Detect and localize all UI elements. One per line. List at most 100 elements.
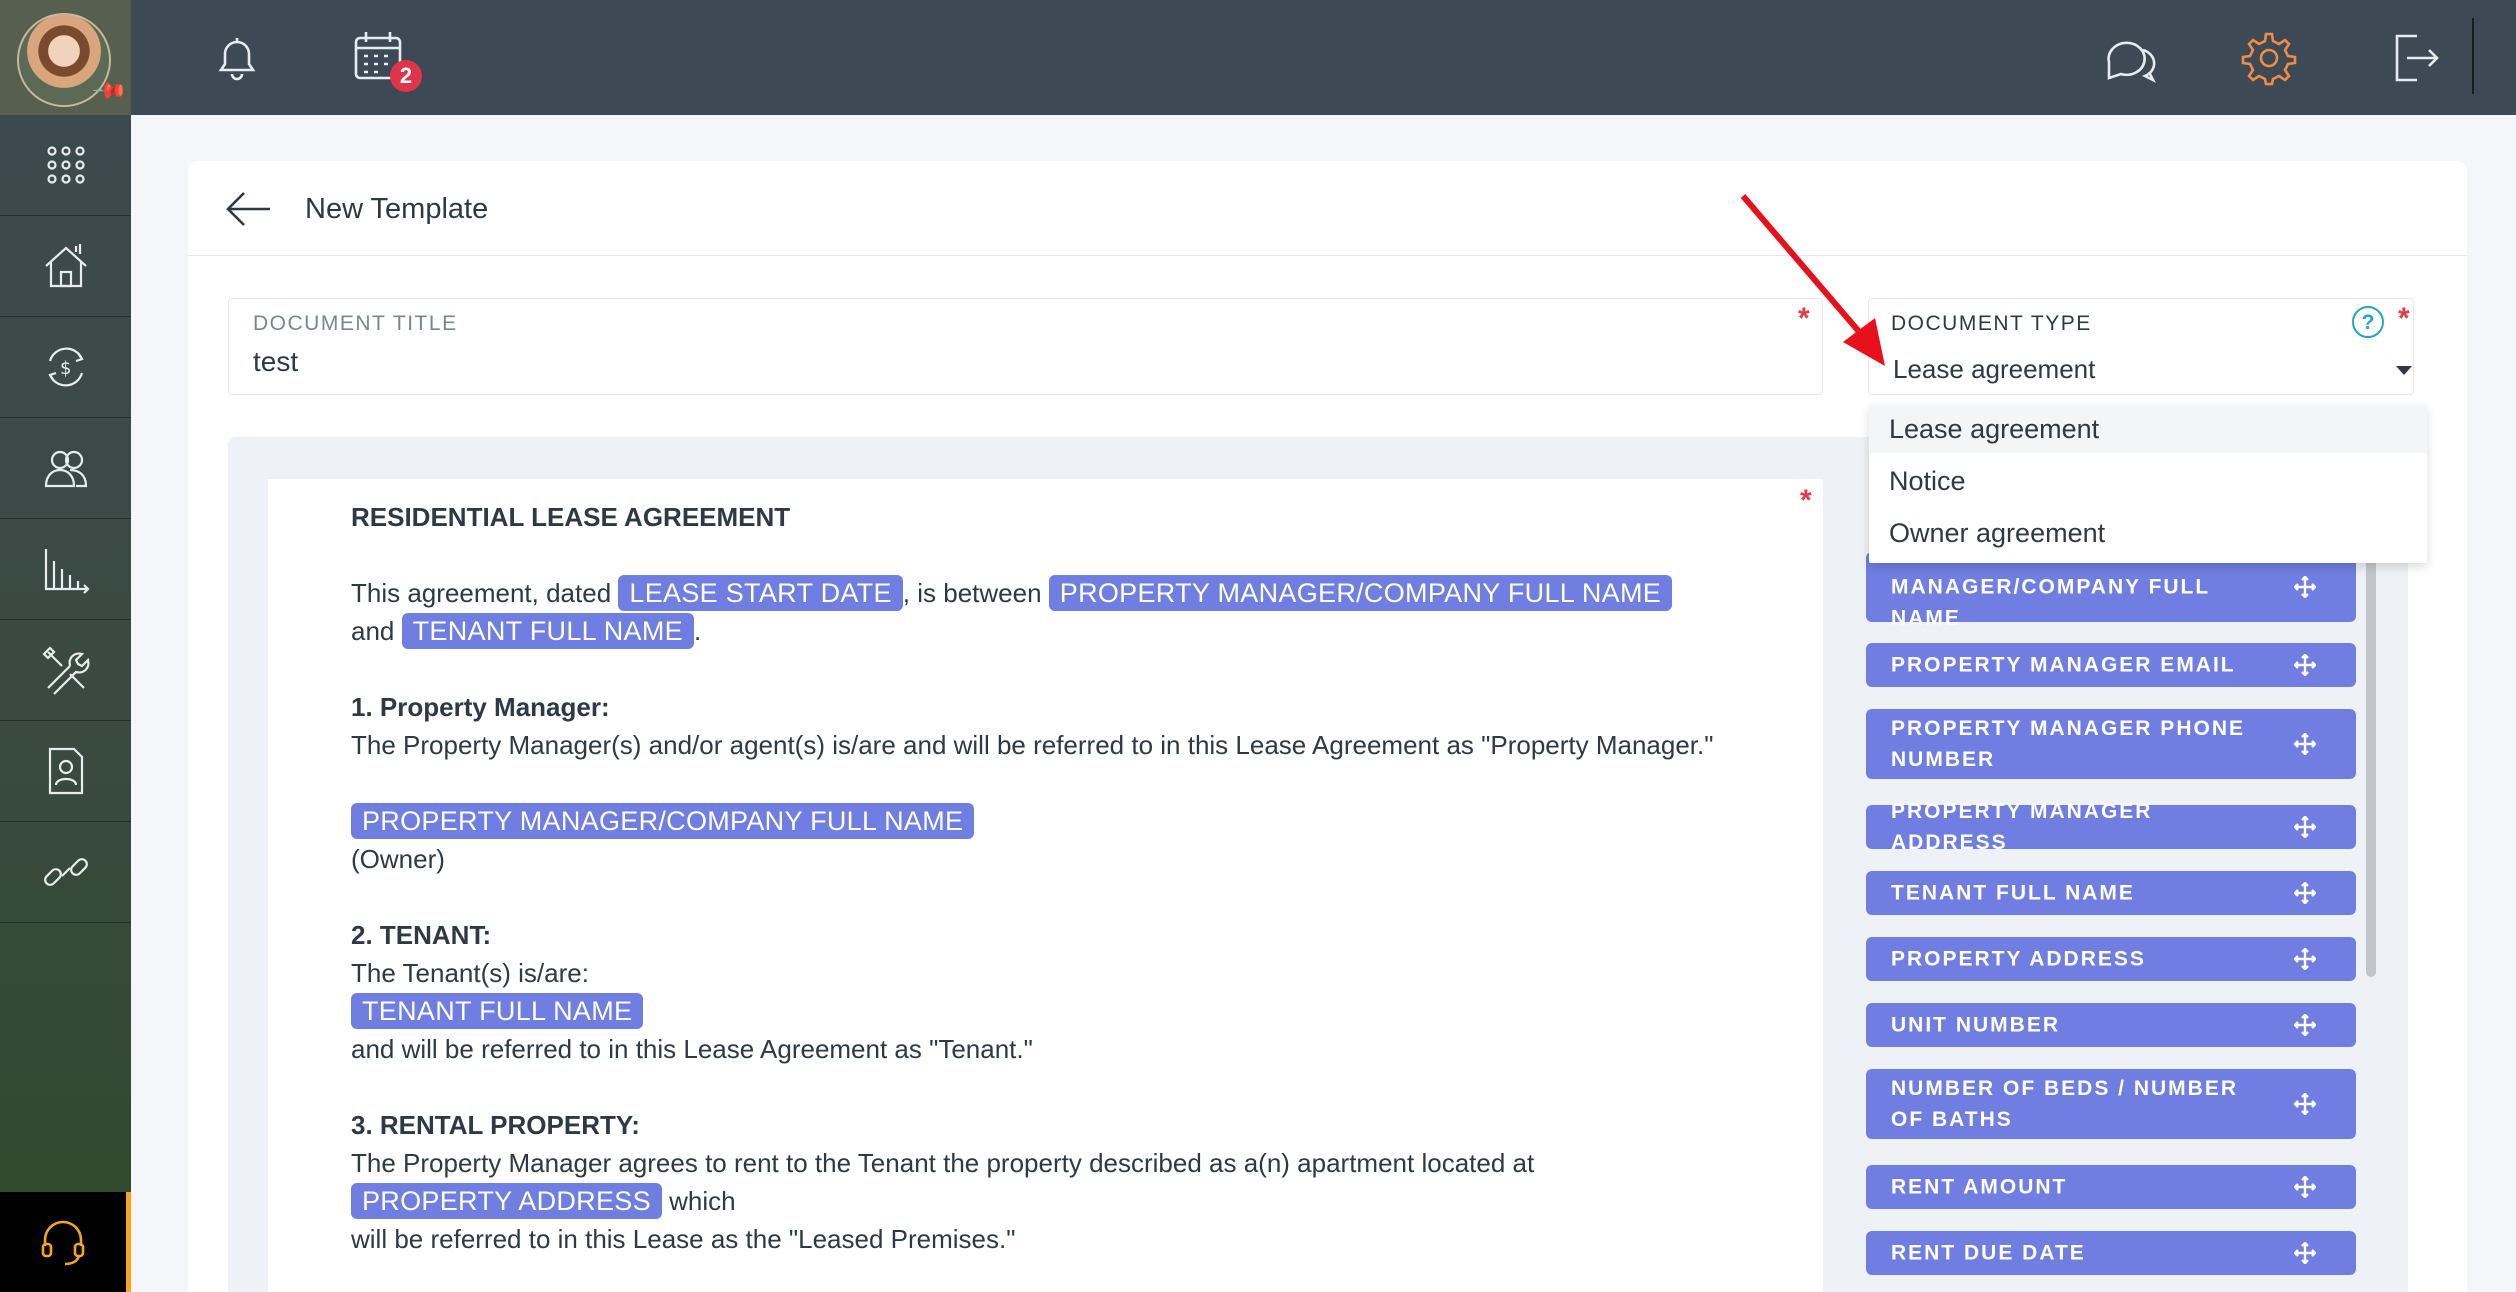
top-bar: 2 [131, 0, 2516, 115]
document-type-label: DOCUMENT TYPE [1891, 312, 2092, 335]
sidebar-item-payments[interactable]: $ [0, 317, 131, 418]
variable-item[interactable]: TENANT FULL NAME [1866, 871, 2356, 915]
variable-label: PROPERTY MANAGER ADDRESS [1891, 800, 2153, 854]
payments-icon: $ [47, 347, 84, 387]
chevron-down-icon[interactable] [2396, 366, 2412, 375]
annotation-arrow [1740, 194, 1885, 366]
doc-section-2-chip-line: TENANT FULL NAME [351, 992, 1801, 1030]
document-type-value[interactable]: Lease agreement [1893, 354, 2095, 385]
reports-icon [44, 549, 90, 594]
drag-move-icon[interactable] [2293, 732, 2317, 756]
apps-icon [46, 146, 85, 184]
variable-item[interactable]: RENT DUE DATE [1866, 1231, 2356, 1275]
settings-button[interactable] [2239, 28, 2299, 88]
drag-move-icon[interactable] [2293, 947, 2317, 971]
logout-button[interactable] [2385, 28, 2445, 88]
document-type-dropdown: Lease agreement Notice Owner agreement [1869, 405, 2427, 563]
sidebar-item-tools[interactable] [0, 620, 131, 721]
avatar-area[interactable]: 📌 [0, 0, 131, 115]
chat-button[interactable] [2099, 28, 2159, 88]
drag-move-icon[interactable] [2293, 575, 2317, 599]
placeholder-chip[interactable]: PROPERTY MANAGER/COMPANY FULL NAME [1048, 575, 1673, 611]
sidebar-item-apps[interactable] [0, 115, 131, 216]
links-icon [43, 858, 88, 886]
doc-section-2-text: The Tenant(s) is/are: [351, 958, 589, 988]
page-title: New Template [305, 193, 489, 225]
gear-icon [2241, 32, 2297, 86]
drag-move-icon[interactable] [2293, 1013, 2317, 1037]
sidebar: 📌 $ [0, 0, 131, 1292]
doc-heading: RESIDENTIAL LEASE AGREEMENT [351, 502, 791, 532]
variable-label: TENANT FULL NAME [1891, 881, 2135, 905]
variable-item[interactable]: PROPERTY MANAGER PHONE NUMBER [1866, 709, 2356, 779]
drag-move-icon[interactable] [2293, 1241, 2317, 1265]
variable-label: NUMBER OF BEDS / NUMBER OF BATHS [1891, 1077, 2239, 1131]
document-title-input[interactable]: test [253, 346, 298, 378]
variable-item[interactable]: PROPERTY MANAGER ADDRESS [1866, 800, 2356, 854]
bell-icon [218, 38, 256, 81]
placeholder-chip[interactable]: PROPERTY MANAGER/COMPANY FULL NAME [351, 803, 975, 839]
document-title-label: DOCUMENT TITLE [253, 312, 458, 335]
drag-move-icon[interactable] [2293, 1175, 2317, 1199]
doc-section-2-after: and will be referred to in this Lease Ag… [351, 1034, 1033, 1064]
sidebar-item-documents[interactable] [0, 721, 131, 822]
properties-icon [44, 244, 87, 288]
drag-move-icon[interactable] [2293, 1092, 2317, 1116]
doc-section-3-chip-line: PROPERTY ADDRESS which [351, 1182, 1801, 1220]
calendar-badge: 2 [390, 60, 422, 92]
support-button[interactable] [0, 1192, 131, 1292]
variable-label: RENT AMOUNT [1891, 1175, 2068, 1199]
variable-label: PROPERTY MANAGER PHONE NUMBER [1891, 717, 2245, 771]
variable-label: UNIT NUMBER [1891, 1013, 2060, 1037]
doc-section-3-after: will be referred to in this Lease as the… [351, 1224, 1016, 1254]
document-type-required: * [2398, 302, 2410, 335]
drag-move-icon[interactable] [2293, 815, 2317, 839]
topbar-divider [2472, 18, 2474, 94]
doc-section-3-text: The Property Manager agrees to rent to t… [351, 1148, 1535, 1178]
placeholder-chip[interactable]: TENANT FULL NAME [351, 993, 644, 1029]
doc-owner: (Owner) [351, 844, 445, 874]
variable-item[interactable]: RENT AMOUNT [1866, 1165, 2356, 1209]
placeholder-chip[interactable]: PROPERTY ADDRESS [351, 1183, 662, 1219]
arrow-left-icon [226, 192, 270, 226]
sidebar-item-links[interactable] [0, 822, 131, 923]
tools-icon [41, 646, 89, 695]
doc-section-3-title: 3. RENTAL PROPERTY: [351, 1110, 640, 1140]
doc-intro: This agreement, dated LEASE START DATE, … [351, 574, 1801, 650]
variable-label: PROPERTY ADDRESS [1891, 947, 2146, 971]
drag-move-icon[interactable] [2293, 653, 2317, 677]
doc-section-1-title: 1. Property Manager: [351, 692, 610, 722]
placeholder-chip[interactable]: LEASE START DATE [618, 575, 903, 611]
placeholder-chip[interactable]: TENANT FULL NAME [401, 613, 694, 649]
documents-icon [48, 747, 83, 795]
svg-text:$: $ [60, 358, 71, 379]
logout-icon [2395, 34, 2439, 82]
dropdown-option[interactable]: Notice [1869, 457, 2427, 505]
contacts-icon [44, 450, 87, 488]
document-body[interactable]: RESIDENTIAL LEASE AGREEMENT This agreeme… [351, 498, 1801, 1258]
variable-list-scrollbar[interactable] [2366, 557, 2376, 977]
headset-icon [41, 1220, 85, 1266]
notifications-button[interactable] [207, 28, 267, 88]
drag-move-icon[interactable] [2293, 881, 2317, 905]
variable-item[interactable]: NUMBER OF BEDS / NUMBER OF BATHS [1866, 1069, 2356, 1139]
editor-required: * [1800, 484, 1812, 517]
dropdown-option[interactable]: Lease agreement [1869, 405, 2427, 453]
variable-item[interactable]: PROPERTY MANAGER EMAIL [1866, 643, 2356, 687]
back-button[interactable] [226, 189, 272, 229]
sidebar-item-properties[interactable] [0, 216, 131, 317]
dropdown-option[interactable]: Owner agreement [1869, 509, 2427, 557]
doc-section-1-text: The Property Manager(s) and/or agent(s) … [351, 730, 1714, 760]
sidebar-item-reports[interactable] [0, 519, 131, 620]
document-title-field[interactable] [228, 298, 1823, 395]
doc-section-2-title: 2. TENANT: [351, 920, 492, 950]
help-icon[interactable]: ? [2352, 306, 2384, 338]
variable-label: RENT DUE DATE [1891, 1241, 2086, 1265]
sidebar-item-contacts[interactable] [0, 418, 131, 519]
variable-item[interactable]: UNIT NUMBER [1866, 1003, 2356, 1047]
chat-icon [2107, 41, 2156, 83]
doc-section-1-chip-line: PROPERTY MANAGER/COMPANY FULL NAME [351, 802, 1801, 840]
variable-label: PROPERTY MANAGER EMAIL [1891, 653, 2236, 677]
variable-item[interactable]: PROPERTY ADDRESS [1866, 937, 2356, 981]
card-header: New Template [188, 161, 2467, 256]
